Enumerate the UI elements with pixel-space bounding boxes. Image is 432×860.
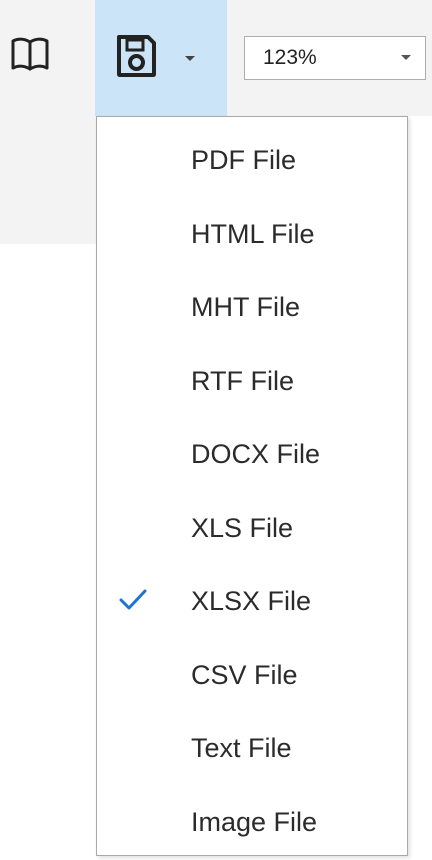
menu-item-label: Image File <box>191 806 318 837</box>
book-icon <box>10 35 50 78</box>
menu-item-text-file[interactable]: Text File <box>97 710 407 784</box>
menu-item-label: PDF File <box>191 145 297 175</box>
book-view-button[interactable] <box>0 20 60 92</box>
menu-item-label: Text File <box>191 733 292 763</box>
menu-item-docx-file[interactable]: DOCX File <box>97 416 407 490</box>
menu-item-label: XLSX File <box>191 586 312 616</box>
menu-item-label: HTML File <box>191 218 315 249</box>
chevron-down-icon <box>397 48 415 66</box>
menu-item-csv-file[interactable]: CSV File <box>97 637 407 711</box>
chevron-down-icon <box>183 50 197 68</box>
menu-item-label: RTF File <box>191 365 295 396</box>
menu-item-rtf-file[interactable]: RTF File <box>97 343 407 417</box>
side-panel <box>0 116 96 244</box>
save-split-button <box>95 0 227 116</box>
zoom-value: 123% <box>263 46 317 69</box>
menu-item-mht-file[interactable]: MHT File <box>97 269 407 343</box>
menu-item-label: DOCX File <box>191 439 321 469</box>
menu-item-xls-file[interactable]: XLS File <box>97 490 407 564</box>
zoom-select[interactable]: 123% <box>244 36 426 80</box>
save-format-menu: PDF File HTML File MHT File RTF File DOC… <box>96 116 408 856</box>
menu-item-label: CSV File <box>191 659 298 690</box>
menu-item-xlsx-file[interactable]: XLSX File <box>97 563 407 637</box>
save-dropdown-arrow[interactable] <box>175 46 205 72</box>
menu-item-label: MHT File <box>191 292 301 322</box>
menu-item-html-file[interactable]: HTML File <box>97 196 407 270</box>
menu-item-image-file[interactable]: Image File <box>97 784 407 858</box>
menu-item-label: XLS File <box>191 512 294 543</box>
menu-list: PDF File HTML File MHT File RTF File DOC… <box>97 122 407 857</box>
save-icon <box>114 33 158 84</box>
save-button[interactable] <box>109 28 163 88</box>
menu-item-pdf-file[interactable]: PDF File <box>97 122 407 196</box>
check-icon <box>117 586 149 614</box>
